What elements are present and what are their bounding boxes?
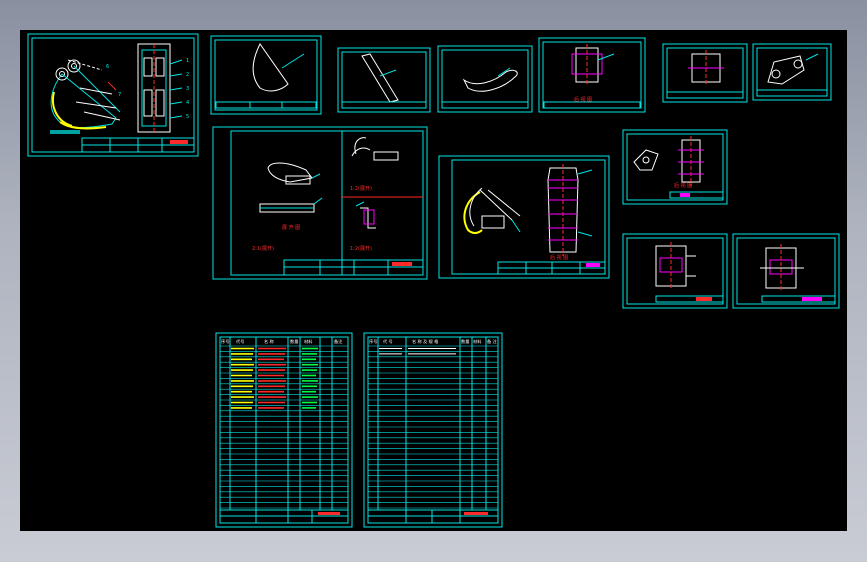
- assembly-balloon-label: 1: [186, 58, 189, 64]
- parts-header-remark: 备注: [334, 338, 343, 345]
- sheet-part-strip[interactable]: [337, 47, 431, 113]
- caption-group-developed: 展 开 图: [282, 225, 300, 231]
- standard-parts-rows: [368, 345, 498, 509]
- sheet-part-bracket[interactable]: [622, 129, 728, 205]
- sheet-part-side[interactable]: [438, 155, 610, 279]
- std-header-material: 材料: [473, 338, 482, 345]
- caption-group-3: 1:2(展开): [350, 246, 372, 252]
- std-header-name: 名 称 及 规 格: [412, 338, 439, 345]
- std-header-remark: 备 注: [487, 338, 498, 345]
- assembly-balloon-label: 2: [186, 72, 189, 78]
- caption-group-1: 1:2(展开): [350, 186, 372, 192]
- sheet-part-sleeve[interactable]: [622, 233, 728, 309]
- parts-header-qty: 数量: [290, 338, 298, 345]
- assembly-balloon-label: 5: [186, 114, 189, 120]
- caption-bracket-rear-view: 后 视 图: [674, 182, 692, 189]
- sheet-part-group[interactable]: [212, 126, 428, 280]
- assembly-balloon-label: 7: [118, 92, 121, 98]
- std-header-no: 序号: [369, 338, 377, 345]
- cad-drawing-canvas[interactable]: 1 2 3 4 5 6 7 后 视 图 展 开 图 1:2(展开) 2:1(展开) 1:2(…: [20, 30, 847, 531]
- assembly-balloon-label: 6: [106, 64, 109, 70]
- sheet-part-shell[interactable]: [210, 35, 322, 115]
- caption-group-2: 2:1(展开): [252, 246, 274, 252]
- sheet-part-ear[interactable]: [752, 43, 832, 101]
- standard-list-header: 序号 代 号 名 称 及 规 格 数量 材料 备 注: [369, 338, 498, 345]
- std-header-qty: 数量: [461, 338, 469, 345]
- sheet-part-bushing[interactable]: [732, 233, 840, 309]
- caption-block-rear-view: 后 视 图: [574, 96, 592, 103]
- parts-header-material: 材料: [304, 338, 313, 345]
- parts-header-no: 序号: [221, 338, 229, 345]
- assembly-balloon-label: 4: [186, 100, 189, 106]
- model-space-drawing[interactable]: 1 2 3 4 5 6 7 后 视 图 展 开 图 1:2(展开) 2:1(展开) 1:2(…: [20, 30, 847, 531]
- sheet-part-curve[interactable]: [437, 45, 533, 113]
- assembly-balloon-label: 3: [186, 86, 189, 92]
- sheet-part-plate[interactable]: [662, 43, 748, 103]
- sheet-assembly[interactable]: [27, 33, 199, 157]
- parts-list-header: 序号 代号 名 称 数量 材料 备注: [221, 338, 343, 345]
- std-header-code: 代 号: [383, 338, 393, 345]
- caption-side-rear-view: 后 视 图: [550, 254, 568, 261]
- parts-header-name: 名 称: [264, 338, 274, 345]
- cad-application-frame: 1 2 3 4 5 6 7 后 视 图 展 开 图 1:2(展开) 2:1(展开) 1:2(…: [0, 0, 867, 562]
- parts-header-code: 代号: [236, 338, 244, 345]
